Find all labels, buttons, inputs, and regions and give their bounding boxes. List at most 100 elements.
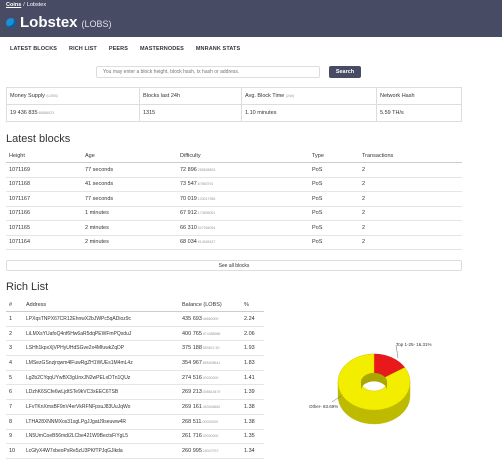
- rich-balance: 260 995.18347972: [179, 443, 241, 459]
- pie-slice-side: [356, 406, 361, 423]
- rich-percent: 2.24: [241, 311, 264, 327]
- rich-list-row[interactable]: 1 LPXqsTNPX67CR12EhnwX2bJWPc5qADioz9c 435 …: [6, 311, 264, 327]
- rich-percent: 2.06: [241, 326, 264, 342]
- rich-list-heading: Rich List: [6, 281, 49, 293]
- latest-blocks-table: Height Age Difficulty Type Transactions …: [6, 149, 462, 250]
- rich-address[interactable]: LFvTKnXmsBF9nV4erVkRFNFpsuJ83UuJqWo: [23, 399, 179, 415]
- block-type: PoS: [309, 162, 359, 178]
- page-header: Coins / Lobstex Lobstex (LOBS): [0, 0, 502, 37]
- rich-percent: 1.41: [241, 370, 264, 386]
- col-height: Height: [6, 149, 82, 163]
- block-age: 77 seconds: [82, 162, 177, 178]
- block-row[interactable]: 1071168 41 seconds 73 547.67560791 PoS 2: [6, 177, 462, 192]
- pie-slice-side: [348, 401, 353, 419]
- block-height[interactable]: 1071165: [6, 220, 82, 236]
- breadcrumb-coins-link[interactable]: Coins: [6, 2, 21, 8]
- rich-balance: 354 967.895408641: [179, 355, 241, 371]
- block-row[interactable]: 1071166 1 minutes 67 912.174805091 PoS 2: [6, 206, 462, 221]
- rich-list-row[interactable]: 8 LTHA28XNNMXos31sgLPgJJgatJ9seuww4R 268 5…: [6, 414, 264, 430]
- rich-rank: 2: [6, 326, 23, 342]
- nav-peers[interactable]: PEERS: [109, 46, 128, 52]
- block-difficulty: 70 019.103017956: [177, 191, 309, 207]
- block-row[interactable]: 1071164 2 minutes 68 034.914545437 PoS 2: [6, 235, 462, 250]
- rich-percent: 1.38: [241, 414, 264, 430]
- col-difficulty: Difficulty: [177, 149, 309, 163]
- pie-slice-side: [374, 409, 380, 425]
- coin-ticker: (LOBS): [81, 19, 112, 29]
- block-type: PoS: [309, 220, 359, 236]
- block-height[interactable]: 1071166: [6, 206, 82, 221]
- pie-inner-wall: [361, 373, 387, 391]
- pie-slice-side: [369, 409, 375, 425]
- money-supply-unit: (LOBS): [46, 94, 59, 98]
- rich-list-row[interactable]: 10 LcGfyX4W7xbeoPsRe5zU3PKfTPJqGJikda 260 …: [6, 443, 264, 459]
- nav-latest-blocks[interactable]: LATEST BLOCKS: [10, 46, 57, 52]
- nav-rich-list[interactable]: RICH LIST: [69, 46, 97, 52]
- rich-address[interactable]: LiLMXsYUafoQ4nf6Hw6aR5dqPEWFmPQxduJ: [23, 326, 179, 342]
- blocks-24h-label: Blocks last 24h: [139, 87, 242, 105]
- pie-slice-side: [378, 408, 385, 424]
- rich-address[interactable]: LPXqsTNPX67CR12EhnwX2bJWPc5qADioz9c: [23, 311, 179, 327]
- rich-list-row[interactable]: 6 LDzhK6SCfe6wLjdtSTe9kVC3xEEC6TSB 269 213…: [6, 384, 264, 401]
- block-tx-count: 2: [359, 162, 462, 178]
- search-input[interactable]: [96, 66, 320, 78]
- rich-list-row[interactable]: 9 LN5UmCoeB56mdi2LCbe421W9BectsFiYgL5 261 …: [6, 429, 264, 445]
- rich-list-row[interactable]: 3 LSHh1kpxXjVPHyUHdSGve2x4MfuwkZqDP 375 18…: [6, 340, 264, 357]
- pie-slice-side: [392, 403, 397, 421]
- block-height[interactable]: 1071167: [6, 191, 82, 207]
- block-time-unit: (24h): [285, 94, 295, 98]
- latest-blocks-heading: Latest blocks: [6, 133, 71, 145]
- rich-list-row[interactable]: 2 LiLMXsYUafoQ4nf6Hw6aR5dqPEWFmPQxduJ 400 …: [6, 326, 264, 342]
- rich-list-row[interactable]: 7 LFvTKnXmsBF9nV4erVkRFNFpsuJ83UuJqWo 269 …: [6, 399, 264, 415]
- block-height[interactable]: 1071169: [6, 162, 82, 178]
- rich-rank: 1: [6, 311, 23, 327]
- rich-percent: 1.39: [241, 384, 264, 401]
- rich-address[interactable]: LN5UmCoeB56mdi2LCbe421W9BectsFiYgL5: [23, 429, 179, 445]
- rich-address[interactable]: LSHh1kpxXjVPHyUHdSGve2x4MfuwkZqDP: [23, 340, 179, 357]
- network-hash-label: Network Hash: [376, 87, 462, 105]
- see-all-blocks-button[interactable]: See all blocks: [6, 260, 462, 271]
- block-tx-count: 2: [359, 206, 462, 221]
- nav-masternodes[interactable]: MASTERNODES: [140, 46, 184, 52]
- col-percent: %: [241, 298, 264, 312]
- search-button[interactable]: Search: [329, 66, 361, 78]
- money-supply-value: 19 436 835.86586023: [6, 104, 140, 122]
- block-row[interactable]: 1071165 2 minutes 66 310.047264094 PoS 2: [6, 220, 462, 236]
- block-row[interactable]: 1071167 77 seconds 70 019.103017956 PoS 2: [6, 191, 462, 207]
- rich-address[interactable]: LMSezGSnzjrqwm4lFuwRgZH1WUEs1M4mL4z: [23, 355, 179, 371]
- breadcrumb-separator: /: [23, 2, 25, 8]
- breadcrumb-current: Lobstex: [26, 2, 47, 8]
- rich-list-row[interactable]: 5 Lg2b2CYqqUYwBX3gUnxJN2wPELxDTn1QUz 274 5…: [6, 370, 264, 386]
- block-difficulty: 67 912.174805091: [177, 206, 309, 221]
- block-type: PoS: [309, 177, 359, 192]
- col-age: Age: [82, 149, 177, 163]
- rich-percent: 1.83: [241, 355, 264, 371]
- rich-address[interactable]: LDzhK6SCfe6wLjdtSTe9kVC3xEEC6TSB: [23, 384, 179, 401]
- pie-label-other: Other- 83.69%: [309, 404, 339, 409]
- network-summary-table: Money Supply (LOBS) Blocks last 24h Avg.…: [6, 87, 462, 122]
- block-tx-count: 2: [359, 177, 462, 192]
- rich-address[interactable]: LcGfyX4W7xbeoPsRe5zU3PKfTPJqGJikda: [23, 443, 179, 459]
- nav-mnrank-stats[interactable]: MNRANK STATS: [196, 46, 240, 52]
- block-type: PoS: [309, 235, 359, 250]
- rich-address[interactable]: Lg2b2CYqqUYwBX3gUnxJN2wPELxDTn1QUz: [23, 370, 179, 386]
- block-tx-count: 2: [359, 191, 462, 207]
- coin-logo-icon: [6, 18, 16, 28]
- rich-rank: 3: [6, 340, 23, 357]
- network-hash-value: 5.59 TH/s: [380, 110, 404, 116]
- rich-address[interactable]: LTHA28XNNMXos31sgLPgJJgatJ9seuww4R: [23, 414, 179, 430]
- block-height[interactable]: 1071168: [6, 177, 82, 192]
- block-row[interactable]: 1071169 77 seconds 72 896.256528803 PoS 2: [6, 162, 462, 178]
- block-time-label: Avg. Block Time (24h): [241, 87, 377, 105]
- rich-list-table: # Address Balance (LOBS) % 1 LPXqsTNPX67C…: [6, 298, 264, 459]
- block-type: PoS: [309, 206, 359, 221]
- rich-list-row[interactable]: 4 LMSezGSnzjrqwm4lFuwRgZH1WUEs1M4mL4z 354 …: [6, 355, 264, 371]
- main-nav: LATEST BLOCKS RICH LIST PEERS MASTERNODE…: [10, 46, 240, 52]
- rich-rank: 10: [6, 443, 23, 459]
- blocks-24h-value: 1315: [139, 104, 242, 122]
- rich-rank: 5: [6, 370, 23, 386]
- rich-percent: 1.35: [241, 429, 264, 445]
- block-height[interactable]: 1071164: [6, 235, 82, 250]
- money-supply-label: Money Supply (LOBS): [6, 87, 140, 105]
- block-age: 77 seconds: [82, 191, 177, 207]
